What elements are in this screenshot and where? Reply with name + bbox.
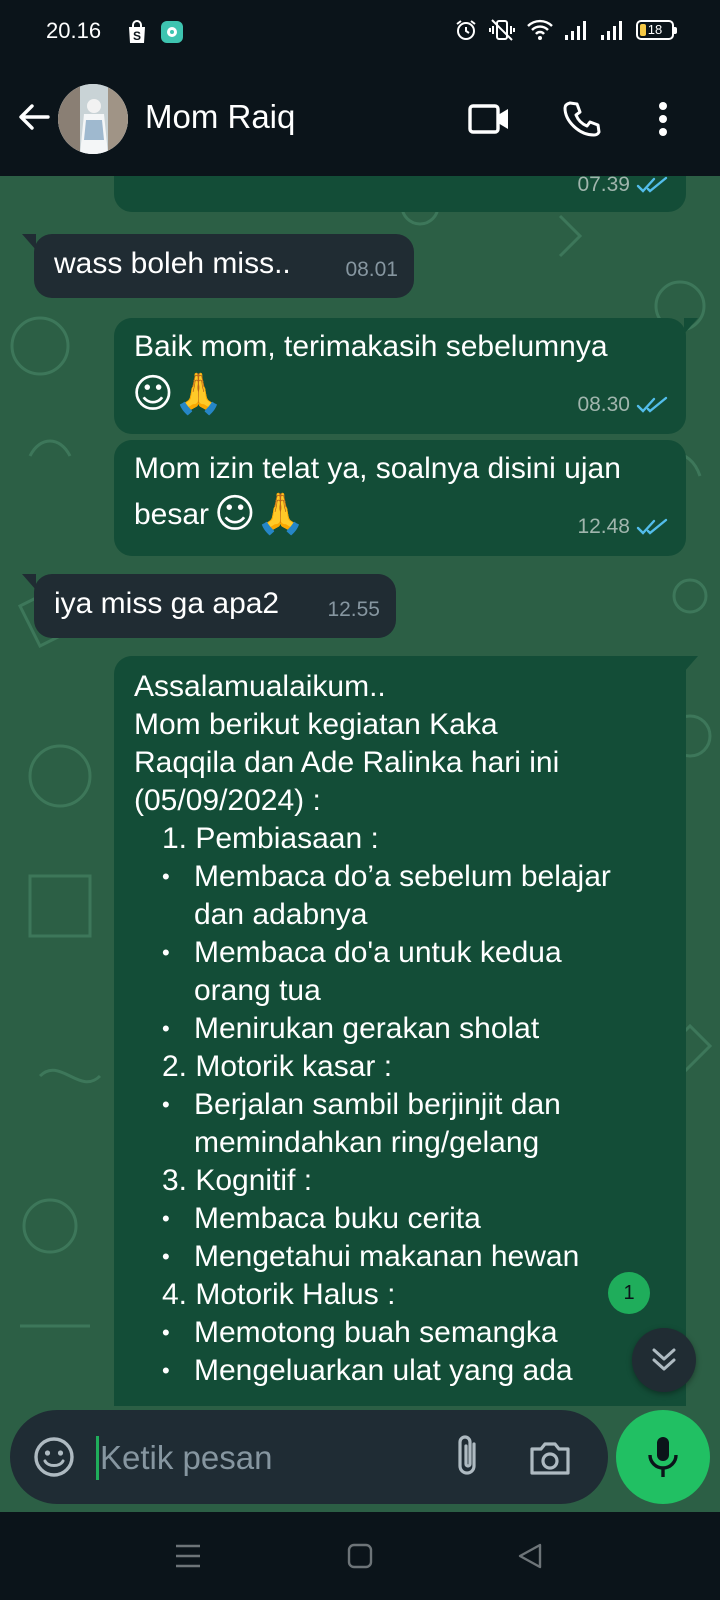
battery-level: 18 [647,22,663,37]
message-meta: 08.30 [577,386,670,424]
read-ticks-icon [636,396,668,413]
message-input-container[interactable] [10,1410,608,1504]
report-item-text: Mengeluarkan ulat yang ada [194,1354,573,1387]
chat-header: Mom Raiq [0,64,720,176]
report-item-text: dan adabnya [194,898,368,931]
message-time: 12.48 [577,515,630,538]
message-text: iya miss ga apa2 [54,587,280,620]
wifi-icon [526,19,554,41]
report-section-title: 3. Kognitif : [162,1164,313,1197]
message-meta: 12.48 [577,508,670,546]
report-date: (05/09/2024) : [134,784,321,817]
contact-name[interactable]: Mom Raiq [145,98,295,136]
emoji-icon[interactable] [30,1433,78,1481]
report-item-text: orang tua [194,974,321,1007]
report-item-text: Membaca buku cerita [194,1202,481,1235]
chat-area[interactable]: 07.39 wass boleh miss.. 08.01 Baik mom, … [0,176,720,1406]
status-time: 20.16 [46,18,102,43]
alarm-icon [454,18,478,42]
report-greeting: Assalamualaikum.. [134,670,386,703]
svg-text:S: S [133,29,141,43]
compose-bar [0,1406,720,1512]
double-chevron-down-icon [652,1348,676,1371]
message-emoji: ☺🙏 [214,491,306,537]
signal-icon [600,19,626,41]
message-meta: 08.01 [345,251,398,289]
report-list-item: Membaca do’a sebelum belajar dan adabnya [134,858,666,934]
report-list-item: Membaca buku cerita [134,1200,666,1238]
report-section-title: 1. Pembiasaan : [162,822,379,855]
message-text: besar [134,498,210,531]
read-ticks-icon [636,176,668,193]
message-emoji: ☺🙏 [132,371,224,417]
text-cursor [96,1436,99,1480]
report-intro: Mom berikut kegiatan Kaka [134,708,498,741]
back-triangle-icon[interactable] [508,1534,552,1578]
report-item-text: Membaca do'a untuk kedua [194,936,562,969]
report-list-item: Berjalan sambil berjinjit dan memindahka… [134,1086,666,1162]
system-navigation-bar [0,1512,720,1600]
report-list-item: Memotong buah semangka [134,1314,666,1352]
vibrate-off-icon [488,18,516,42]
report-section-title: 2. Motorik kasar : [162,1050,393,1083]
message-meta: 07.39 [577,176,670,204]
microphone-icon [648,1437,678,1477]
message-text: Mom izin telat ya, soalnya disini ujan [134,452,621,485]
report-list-item: Mengeluarkan ulat yang ada [134,1352,666,1390]
report-item-text: memindahkan ring/gelang [194,1126,540,1159]
paperclip-icon[interactable] [444,1432,492,1482]
message-bubble-incoming[interactable]: iya miss ga apa2 12.55 [22,574,396,638]
battery-icon: 18 [636,20,677,40]
app-notification-icon [160,20,184,44]
phone-icon[interactable] [558,96,604,142]
home-icon[interactable] [338,1534,382,1578]
more-vertical-icon[interactable] [640,96,686,142]
message-time: 07.39 [577,176,630,196]
message-input[interactable] [100,1430,420,1486]
report-item-text: Berjalan sambil berjinjit dan [194,1088,561,1121]
message-bubble-outgoing[interactable]: Assalamualaikum.. Mom berikut kegiatan K… [114,656,698,1406]
status-bar: 20.16 S 18 [0,0,720,64]
message-time: 08.30 [577,393,630,416]
report-item-text: Memotong buah semangka [194,1316,558,1349]
message-text: Baik mom, terimakasih sebelumnya [134,330,608,363]
report-intro: Raqqila dan Ade Ralinka hari ini [134,746,560,779]
report-item-text: Membaca do’a sebelum belajar [194,860,611,893]
message-bubble-outgoing[interactable]: 07.39 [114,176,686,212]
message-bubble-incoming[interactable]: wass boleh miss.. 08.01 [22,234,414,298]
message-text: wass boleh miss.. [54,247,291,280]
video-call-icon[interactable] [466,96,512,142]
signal-icon [564,19,590,41]
message-bubble-outgoing[interactable]: Mom izin telat ya, soalnya disini ujan b… [114,440,686,556]
scroll-to-bottom-button[interactable] [632,1328,696,1392]
back-arrow-icon[interactable] [14,97,54,137]
shop-bag-icon: S [126,20,148,44]
message-meta: 12.55 [327,591,380,629]
report-list-item: Menirukan gerakan sholat [134,1010,666,1048]
menu-icon[interactable] [166,1534,210,1578]
message-bubble-outgoing[interactable]: Baik mom, terimakasih sebelumnya ☺🙏 08.3… [114,318,698,434]
report-list-item: Membaca do'a untuk kedua orang tua [134,934,666,1010]
unread-count-badge: 1 [608,1272,650,1314]
read-ticks-icon [636,518,668,535]
camera-icon[interactable] [526,1434,574,1482]
report-section-title: 4. Motorik Halus : [162,1278,396,1311]
message-time: 08.01 [345,258,398,281]
avatar[interactable] [58,84,128,154]
report-list-item: Mengetahui makanan hewan [134,1238,666,1276]
message-time: 12.55 [327,598,380,621]
microphone-button[interactable] [616,1410,710,1504]
report-item-text: Menirukan gerakan sholat [194,1012,540,1045]
report-item-text: Mengetahui makanan hewan [194,1240,580,1273]
